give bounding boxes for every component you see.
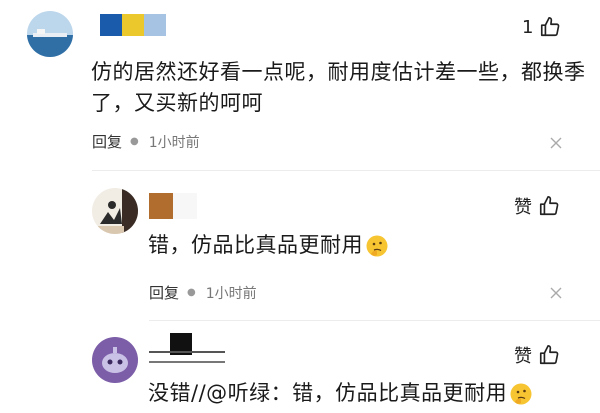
thinking-emoji-icon (510, 383, 532, 404)
like-label: 赞 (514, 346, 532, 367)
redacted-block-lightblue (144, 14, 166, 36)
redacted-block-white (173, 193, 197, 219)
reply-button[interactable]: 回复 (149, 282, 179, 303)
separator-dot: ● (130, 136, 139, 147)
redacted-block-brown (149, 193, 173, 219)
thumbs-up-icon (539, 196, 559, 216)
divider (149, 320, 600, 321)
like-button[interactable]: 赞 (514, 342, 560, 368)
redacted-block-blue (100, 14, 122, 36)
comment-text-line: 了，又买新的呵呵 (91, 91, 263, 115)
reply-text: 没错//@听绿：错，仿品比真品更耐用 (148, 378, 533, 409)
comment-meta: 回复 ● 1小时前 (92, 131, 200, 152)
comment-text-line: 仿的居然还好看一点呢，耐用度估计差一些，都换季 (91, 60, 586, 84)
close-icon[interactable] (550, 137, 562, 149)
thinking-emoji-icon (366, 235, 388, 256)
reply-text-content: 没错//@听绿：错，仿品比真品更耐用 (148, 381, 508, 405)
redacted-name-scribble (149, 351, 225, 363)
reply-text: 错，仿品比真品更耐用 (148, 230, 389, 261)
separator-dot: ● (187, 287, 196, 298)
reply-text-content: 错，仿品比真品更耐用 (148, 233, 363, 257)
thumbs-up-icon (541, 17, 560, 37)
timestamp: 1小时前 (148, 134, 200, 151)
like-label: 赞 (514, 197, 532, 218)
avatar[interactable] (92, 337, 138, 383)
username-redacted (149, 333, 229, 363)
reply-button[interactable]: 回复 (92, 131, 122, 152)
timestamp: 1小时前 (205, 285, 257, 302)
like-button[interactable]: 赞 (514, 193, 560, 219)
avatar[interactable] (27, 11, 73, 57)
like-button[interactable]: 1 (522, 16, 561, 38)
username-redacted (149, 193, 197, 219)
close-icon[interactable] (550, 287, 562, 299)
divider (92, 170, 600, 171)
thumbs-up-icon (539, 345, 559, 365)
avatar[interactable] (92, 188, 138, 234)
redacted-block-gold (122, 14, 144, 36)
reply-meta: 回复 ● 1小时前 (149, 282, 257, 303)
like-count: 1 (522, 16, 534, 38)
username-redacted (100, 14, 166, 36)
comment-text: 仿的居然还好看一点呢，耐用度估计差一些，都换季 了，又买新的呵呵 (91, 57, 586, 119)
